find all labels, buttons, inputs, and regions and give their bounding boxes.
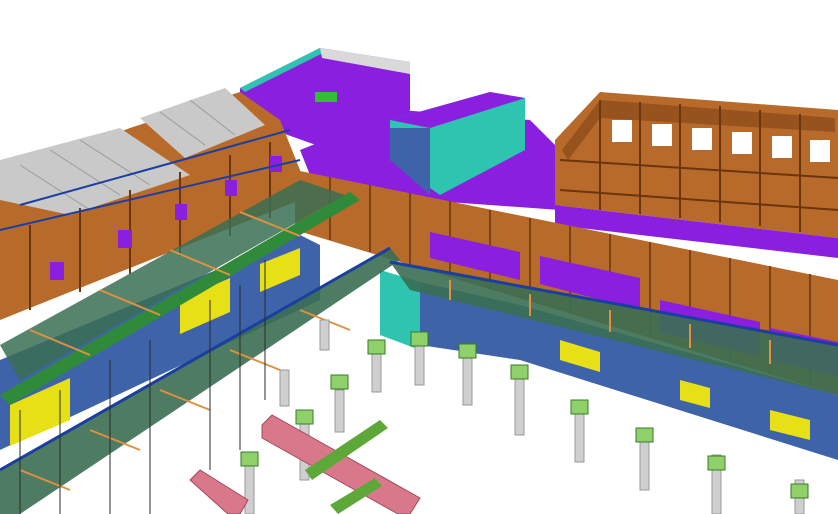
bim-3d-model-render — [0, 0, 838, 514]
